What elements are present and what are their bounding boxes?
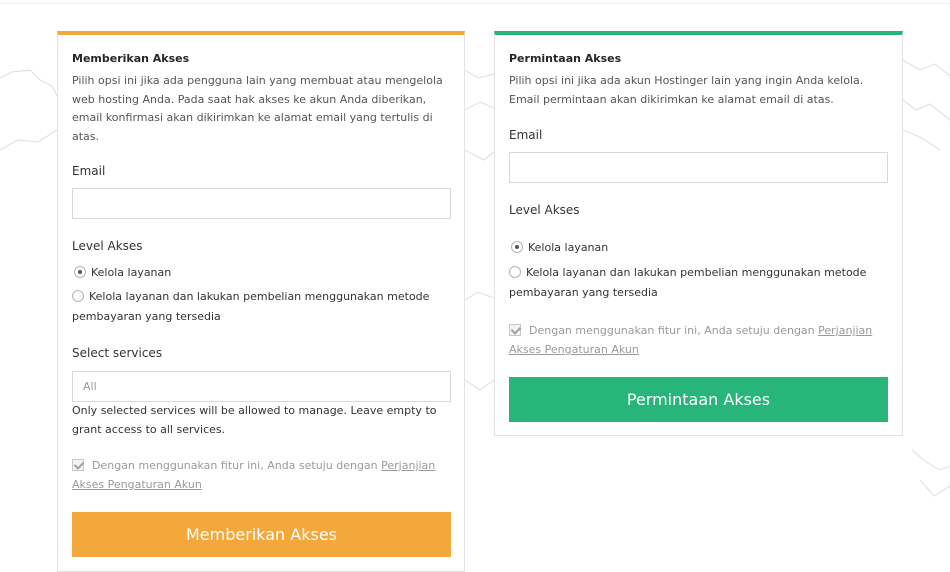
agreement-text: Dengan menggunakan fitur ini, Anda setuj… — [529, 324, 815, 337]
card-description: Pilih opsi ini jika ada akun Hostinger l… — [509, 74, 864, 106]
email-input[interactable] — [509, 152, 888, 183]
give-access-card: Memberikan Akses Pilih opsi ini jika ada… — [57, 31, 465, 572]
services-note: Only selected services will be allowed t… — [72, 404, 437, 436]
radio-unselected[interactable] — [509, 266, 521, 278]
access-level-option-manage-purchase[interactable]: Kelola layanan dan lakukan pembelian men… — [72, 287, 447, 327]
card-title: Permintaan Akses — [509, 52, 622, 65]
card-description: Pilih opsi ini jika ada pengguna lain ya… — [72, 74, 443, 143]
access-level-label: Level Akses — [509, 203, 580, 217]
request-access-button[interactable]: Permintaan Akses — [509, 377, 888, 422]
email-label: Email — [509, 128, 543, 142]
select-services-label: Select services — [72, 346, 163, 360]
access-level-option-manage[interactable]: Kelola layanan — [74, 263, 171, 283]
agreement-text: Dengan menggunakan fitur ini, Anda setuj… — [92, 459, 378, 472]
option-label: Kelola layanan — [91, 266, 172, 279]
agreement-checkbox-row[interactable]: Dengan menggunakan fitur ini, Anda setuj… — [72, 456, 452, 494]
request-access-card: Permintaan Akses Pilih opsi ini jika ada… — [494, 31, 903, 436]
give-access-button[interactable]: Memberikan Akses — [72, 512, 451, 557]
access-level-option-manage-purchase[interactable]: Kelola layanan dan lakukan pembelian men… — [509, 263, 884, 303]
email-input[interactable] — [72, 188, 451, 219]
card-title: Memberikan Akses — [72, 52, 190, 65]
agreement-checkbox[interactable] — [72, 459, 84, 471]
option-label: Kelola layanan dan lakukan pembelian men… — [509, 266, 867, 299]
radio-unselected[interactable] — [72, 290, 84, 302]
agreement-checkbox[interactable] — [509, 324, 521, 336]
access-level-label: Level Akses — [72, 239, 143, 253]
agreement-checkbox-row[interactable]: Dengan menggunakan fitur ini, Anda setuj… — [509, 321, 889, 359]
select-services-input[interactable]: All — [72, 371, 451, 402]
radio-selected[interactable] — [74, 266, 86, 278]
option-label: Kelola layanan — [528, 241, 609, 254]
access-level-option-manage[interactable]: Kelola layanan — [511, 238, 608, 258]
option-label: Kelola layanan dan lakukan pembelian men… — [72, 290, 430, 323]
radio-selected[interactable] — [511, 241, 523, 253]
email-label: Email — [72, 164, 106, 178]
